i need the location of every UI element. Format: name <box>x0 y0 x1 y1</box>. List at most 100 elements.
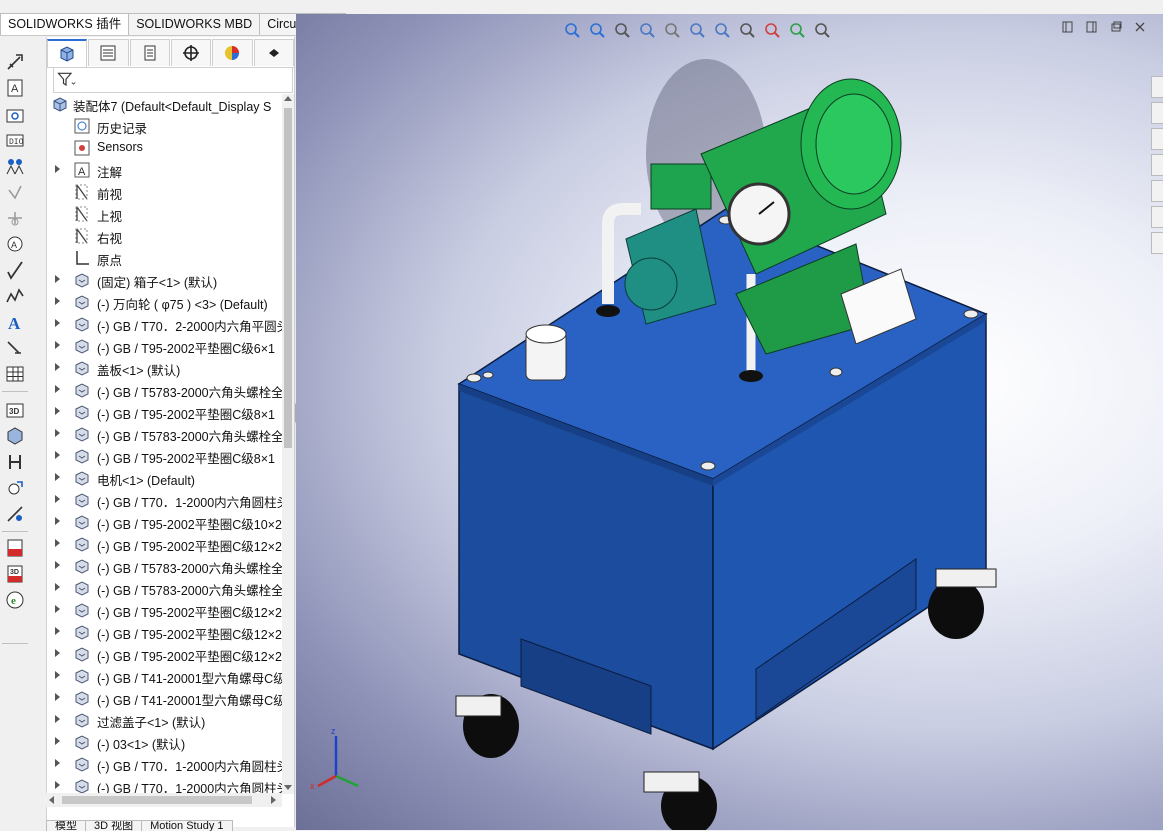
expand-arrow-icon[interactable] <box>55 561 60 569</box>
auto-balloon-icon[interactable]: DIO <box>4 129 26 151</box>
tree-root-assembly[interactable]: 装配体7 (Default<Default_Display S <box>47 93 285 115</box>
tree-item[interactable]: (-) GB / T5783-2000六角头螺栓全 <box>47 555 285 577</box>
tree-item[interactable]: 电机<1> (Default) <box>47 467 285 489</box>
tree-item[interactable]: (-) GB / T95-2002平垫圈C级12×2 <box>47 599 285 621</box>
graphics-area[interactable]: z x <box>296 14 1163 830</box>
expand-arrow-icon[interactable] <box>55 495 60 503</box>
configurationmanager-tab[interactable] <box>129 39 170 66</box>
tree-horizontal-scrollbar[interactable] <box>46 793 282 807</box>
tree-item[interactable]: (-) GB / T41-20001型六角螺母C级 <box>47 687 285 709</box>
tree-item[interactable]: (-) GB / T95-2002平垫圈C级12×2 <box>47 621 285 643</box>
publish-pdf-icon[interactable] <box>4 537 26 559</box>
expand-arrow-icon[interactable] <box>55 759 60 767</box>
hole-callout-icon[interactable] <box>4 337 26 359</box>
expand-arrow-icon[interactable] <box>55 385 60 393</box>
dimxpert-tab[interactable] <box>170 39 212 66</box>
tree-item[interactable]: (-) 万向轮 ( φ75 ) <3> (Default) <box>47 291 285 313</box>
tab-solidworks-mbd[interactable]: SOLIDWORKS MBD <box>128 13 261 35</box>
tree-item[interactable]: (-) GB / T95-2002平垫圈C级12×2 <box>47 643 285 665</box>
weld-symbol-icon[interactable] <box>4 207 26 229</box>
balloon-icon[interactable] <box>4 103 26 125</box>
expand-arrow-icon[interactable] <box>55 605 60 613</box>
expand-arrow-icon[interactable] <box>55 627 60 635</box>
expand-arrow-icon[interactable] <box>55 583 60 591</box>
note-icon[interactable]: A <box>4 77 26 99</box>
tree-item[interactable]: (-) GB / T5783-2000六角头螺栓全 <box>47 423 285 445</box>
expand-arrow-icon[interactable] <box>55 737 60 745</box>
edrawings-icon[interactable]: e <box>4 589 26 611</box>
tree-item[interactable]: (-) GB / T70．1-2000内六角圆柱头 <box>47 775 285 793</box>
expand-arrow-icon[interactable] <box>55 671 60 679</box>
expand-arrow-icon[interactable] <box>55 165 60 173</box>
tab-3d-views[interactable]: 3D 视图 <box>85 820 143 831</box>
dimxpert-icon[interactable] <box>4 477 26 499</box>
tree-item[interactable]: (-) GB / T95-2002平垫圈C级12×2 <box>47 533 285 555</box>
tree-item[interactable]: (-) GB / T70．1-2000内六角圆柱头 <box>47 489 285 511</box>
expand-arrow-icon[interactable] <box>55 693 60 701</box>
expand-arrow-icon[interactable] <box>55 517 60 525</box>
tab-solidworks-addins[interactable]: SOLIDWORKS 插件 <box>0 13 130 35</box>
tree-item[interactable]: (-) 03<1> (默认) <box>47 731 285 753</box>
smart-dimension-icon[interactable] <box>4 51 26 73</box>
view-triad[interactable]: z x <box>310 726 359 791</box>
magnetic-line-icon[interactable] <box>4 155 26 177</box>
geometric-tolerance-icon[interactable] <box>4 259 26 281</box>
display-manager-tab[interactable] <box>212 39 253 66</box>
tree-filter[interactable] <box>53 67 293 93</box>
hydraulic-unit-model[interactable]: z x <box>296 14 1163 830</box>
tree-item[interactable]: (-) GB / T95-2002平垫圈C级8×1 <box>47 445 285 467</box>
scroll-thumb[interactable] <box>62 796 252 804</box>
tree-item[interactable]: (固定) 箱子<1> (默认) <box>47 269 285 291</box>
tree-item[interactable]: 前视 <box>47 181 285 203</box>
scroll-down-arrow-icon[interactable] <box>284 785 292 790</box>
tree-item[interactable]: 右视 <box>47 225 285 247</box>
featuremanager-tab[interactable] <box>47 39 88 67</box>
expand-arrow-icon[interactable] <box>55 451 60 459</box>
tree-item[interactable]: (-) GB / T95-2002平垫圈C级10×2 <box>47 511 285 533</box>
surface-finish-icon[interactable] <box>4 181 26 203</box>
propertymanager-tab[interactable] <box>88 39 129 66</box>
explode-view-icon[interactable] <box>4 451 26 473</box>
expand-arrow-icon[interactable] <box>55 275 60 283</box>
scroll-left-arrow-icon[interactable] <box>49 796 54 804</box>
tree-item[interactable]: 过滤盖子<1> (默认) <box>47 709 285 731</box>
tree-item[interactable]: (-) GB / T95-2002平垫圈C级8×1 <box>47 401 285 423</box>
tree-item[interactable]: 上视 <box>47 203 285 225</box>
publish-3dpdf-icon[interactable]: 3D <box>4 563 26 585</box>
tree-vertical-scrollbar[interactable] <box>282 94 294 794</box>
tree-item[interactable]: 盖板<1> (默认) <box>47 357 285 379</box>
tree-item[interactable]: (-) GB / T95-2002平垫圈C级6×1 <box>47 335 285 357</box>
tab-motion-study[interactable]: Motion Study 1 <box>141 820 233 831</box>
text-icon[interactable]: A <box>4 311 26 333</box>
tree-item[interactable]: (-) GB / T70．2-2000内六角平圆头 <box>47 313 285 335</box>
scroll-up-arrow-icon[interactable] <box>284 96 292 101</box>
expand-arrow-icon[interactable] <box>55 781 60 789</box>
table-icon[interactable] <box>4 363 26 385</box>
tree-item[interactable]: 原点 <box>47 247 285 269</box>
tree-item[interactable]: (-) GB / T41-20001型六角螺母C级 <box>47 665 285 687</box>
expand-arrow-icon[interactable] <box>55 539 60 547</box>
tab-model[interactable]: 模型 <box>46 820 86 831</box>
tree-item[interactable]: (-) GB / T5783-2000六角头螺栓全 <box>47 379 285 401</box>
expand-arrow-icon[interactable] <box>55 649 60 657</box>
expand-arrow-icon[interactable] <box>55 407 60 415</box>
expand-arrow-icon[interactable] <box>55 297 60 305</box>
scroll-right-arrow-icon[interactable] <box>271 796 276 804</box>
expand-arrow-icon[interactable] <box>55 429 60 437</box>
datum-feature-icon[interactable]: A <box>4 233 26 255</box>
tree-item[interactable]: 历史记录 <box>47 115 285 137</box>
expand-arrow-icon[interactable] <box>55 473 60 481</box>
tree-item[interactable]: A 注解 <box>47 159 285 181</box>
auto-dimension-icon[interactable] <box>4 503 26 525</box>
cam-tab[interactable] <box>253 39 294 66</box>
expand-arrow-icon[interactable] <box>55 363 60 371</box>
3d-view-icon[interactable]: 3D <box>4 399 26 421</box>
expand-arrow-icon[interactable] <box>55 715 60 723</box>
tree-item[interactable]: (-) GB / T70．1-2000内六角圆柱头 <box>47 753 285 775</box>
expand-arrow-icon[interactable] <box>55 341 60 349</box>
scroll-thumb[interactable] <box>284 108 292 448</box>
tree-item[interactable]: Sensors <box>47 137 285 159</box>
section-view-icon[interactable] <box>4 425 26 447</box>
tree-item[interactable]: (-) GB / T5783-2000六角头螺栓全 <box>47 577 285 599</box>
datum-target-icon[interactable] <box>4 285 26 307</box>
